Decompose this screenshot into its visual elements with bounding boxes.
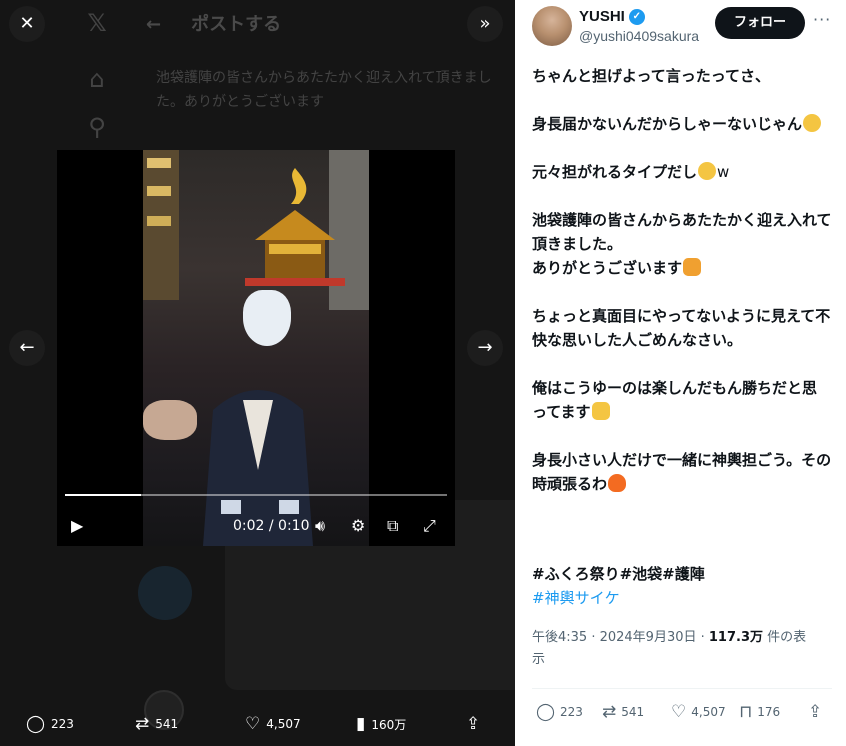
next-arrow-icon[interactable]: → — [467, 330, 503, 366]
media-views-count: 160万 — [371, 717, 407, 732]
media-like-count: 4,507 — [266, 717, 301, 731]
post-body: ちゃんと担げよって言ったってさ、 身長届かないんだからしゃーないじゃん 元々担が… — [532, 64, 832, 520]
x-logo-icon: 𝕏 — [87, 9, 107, 37]
volume-icon[interactable]: 🔊︎ — [315, 516, 325, 536]
post-paragraph: ちょっと真面目にやってないように見えて不快な思いした人ごめんなさい。 — [532, 304, 832, 352]
media-reply-button[interactable]: ◯ 223 — [26, 714, 74, 734]
post-paragraph: 元々担がれるタイプだし w — [532, 160, 832, 184]
sign-light — [147, 216, 171, 226]
reply-icon: ◯ — [26, 714, 46, 734]
reply-icon: ◯ — [536, 702, 556, 722]
pip-icon[interactable]: ⧉ — [387, 516, 398, 536]
post-viewer: 𝕏 ⌂ ⚲ ← ポストする 池袋護陣の皆さんからあたたかく迎え入れて頂きました。あ… — [0, 0, 846, 746]
views-icon: ▮ — [356, 714, 366, 734]
post-text: 元々担がれるタイプだし — [532, 163, 698, 181]
sign-light — [147, 186, 171, 196]
author-handle[interactable]: @yushi0409sakura — [579, 28, 699, 44]
post-text: 身長届かないんだからしゃーないじゃん — [532, 115, 803, 133]
hashtag-link[interactable]: #池袋 — [620, 565, 663, 583]
post-text: 池袋護陣の皆さんからあたたかく迎え入れて頂きました。 ありがとうございます — [532, 211, 832, 277]
repost-button[interactable]: ⇄ 541 — [602, 702, 644, 722]
post-paragraph: 池袋護陣の皆さんからあたたかく迎え入れて頂きました。 ありがとうございます — [532, 208, 832, 280]
author-name-row[interactable]: YUSHI ✓ — [579, 8, 645, 25]
hashtag-link[interactable]: #神輿サイケ — [532, 586, 832, 610]
video-progress-bar[interactable] — [65, 494, 447, 496]
smirk-face-emoji-icon — [698, 162, 717, 180]
pinch-hand-emoji-icon — [591, 402, 610, 420]
media-repost-count: 541 — [155, 717, 179, 731]
share-icon: ⇪ — [808, 702, 823, 722]
bowing-person-emoji-icon — [683, 258, 702, 276]
post-meta: 午後4:35 · 2024年9月30日 · 117.3万 件の表示 — [532, 627, 812, 671]
media-viewer: 𝕏 ⌂ ⚲ ← ポストする 池袋護陣の皆さんからあたたかく迎え入れて頂きました。あ… — [0, 0, 515, 746]
post-text: ちゃんと担げよって言ったってさ、 — [532, 67, 771, 85]
video-time: 0:02 / 0:10 — [233, 518, 310, 534]
hashtag-line: #ふくろ祭り#池袋#護陣 — [532, 562, 832, 586]
fire-emoji-icon — [608, 474, 627, 492]
search-icon: ⚲ — [88, 113, 106, 141]
prev-arrow-icon[interactable]: ← — [9, 330, 45, 366]
sign-light — [147, 158, 171, 168]
post-text: 身長小さい人だけで一緒に神輿担ごう。その時頑張るわ — [532, 451, 832, 493]
post-action-bar: ◯ 223 ⇄ 541 ♡ 4,507 ⊓ 176 ⇪ — [532, 700, 832, 728]
media-action-bar: ◯ 223 ⇄ 541 ♡ 4,507 ▮ 160万 ⇪ — [0, 706, 515, 746]
media-repost-button[interactable]: ⇄ 541 — [135, 714, 178, 734]
more-options-icon[interactable]: ··· — [813, 10, 831, 29]
like-count: 4,507 — [691, 705, 726, 719]
views-count: 117.3万 — [708, 630, 764, 645]
like-button[interactable]: ♡ 4,507 — [671, 702, 726, 722]
post-text: 俺はこうゆーのは楽しんだもん勝ちだと思ってます — [532, 379, 818, 421]
back-arrow-icon: ← — [146, 14, 162, 35]
ghost-header-title: ポストする — [191, 14, 282, 35]
repost-count: 541 — [621, 705, 645, 719]
video-progress-fill — [65, 494, 142, 496]
avatar[interactable] — [532, 6, 572, 46]
reply-count: 223 — [560, 705, 583, 719]
repost-icon: ⇄ — [135, 714, 150, 734]
ghost-compose-button — [138, 566, 192, 620]
like-icon: ♡ — [671, 702, 687, 722]
media-like-button[interactable]: ♡ 4,507 — [245, 714, 301, 734]
video-player[interactable]: ▶ 0:02 / 0:10 🔊︎ ⚙ ⧉ ⤢ — [57, 150, 455, 546]
post-timestamp[interactable]: 午後4:35 · 2024年9月30日 · — [532, 630, 709, 645]
post-paragraph: 身長届かないんだからしゃーないじゃん — [532, 112, 832, 136]
expand-icon[interactable]: » — [467, 6, 503, 42]
bookmark-count: 176 — [757, 705, 781, 719]
post-paragraph: ちゃんと担げよって言ったってさ、 — [532, 64, 832, 88]
fox-mask — [243, 290, 291, 346]
media-views-button[interactable]: ▮ 160万 — [356, 714, 406, 734]
hashtag-link[interactable]: #護陣 — [662, 565, 705, 583]
bookmark-icon: ⊓ — [739, 702, 753, 722]
close-icon[interactable]: ✕ — [9, 6, 45, 42]
follow-button[interactable]: フォロー — [715, 7, 805, 39]
video-frame — [143, 150, 369, 546]
mikoshi-shrine — [245, 168, 345, 286]
post-paragraph: 身長小さい人だけで一緒に神輿担ごう。その時頑張るわ — [532, 448, 832, 496]
hand — [143, 400, 197, 440]
media-reply-count: 223 — [51, 717, 74, 731]
post-text-suffix: w — [717, 163, 730, 181]
post-text: ちょっと真面目にやってないように見えて不快な思いした人ごめんなさい。 — [532, 307, 831, 349]
share-icon: ⇪ — [466, 714, 481, 734]
fullscreen-icon[interactable]: ⤢ — [423, 516, 436, 536]
reply-button[interactable]: ◯ 223 — [536, 702, 583, 722]
divider — [532, 688, 832, 689]
play-icon[interactable]: ▶ — [71, 516, 83, 536]
media-share-button[interactable]: ⇪ — [466, 714, 480, 734]
home-icon: ⌂ — [89, 65, 105, 93]
post-paragraph: 俺はこうゆーのは楽しんだもん勝ちだと思ってます — [532, 376, 832, 424]
bookmark-button[interactable]: ⊓ 176 — [739, 702, 780, 722]
author-name[interactable]: YUSHI — [579, 8, 625, 25]
like-icon: ♡ — [245, 714, 261, 734]
verified-icon: ✓ — [628, 8, 645, 25]
post-panel: YUSHI ✓ @yushi0409sakura フォロー ··· ちゃんと担げ… — [515, 0, 846, 746]
share-button[interactable]: ⇪ — [808, 702, 822, 722]
ghost-post-text: 池袋護陣の皆さんからあたたかく迎え入れて頂きました。ありがとうございます — [156, 70, 492, 110]
hashtag-link[interactable]: #ふくろ祭り — [532, 565, 620, 583]
hashtags: #ふくろ祭り#池袋#護陣 #神輿サイケ — [532, 562, 832, 610]
repost-icon: ⇄ — [602, 702, 617, 722]
settings-icon[interactable]: ⚙ — [351, 516, 365, 536]
ghost-header: ← ポストする — [146, 10, 281, 36]
sad-face-emoji-icon — [803, 114, 822, 132]
